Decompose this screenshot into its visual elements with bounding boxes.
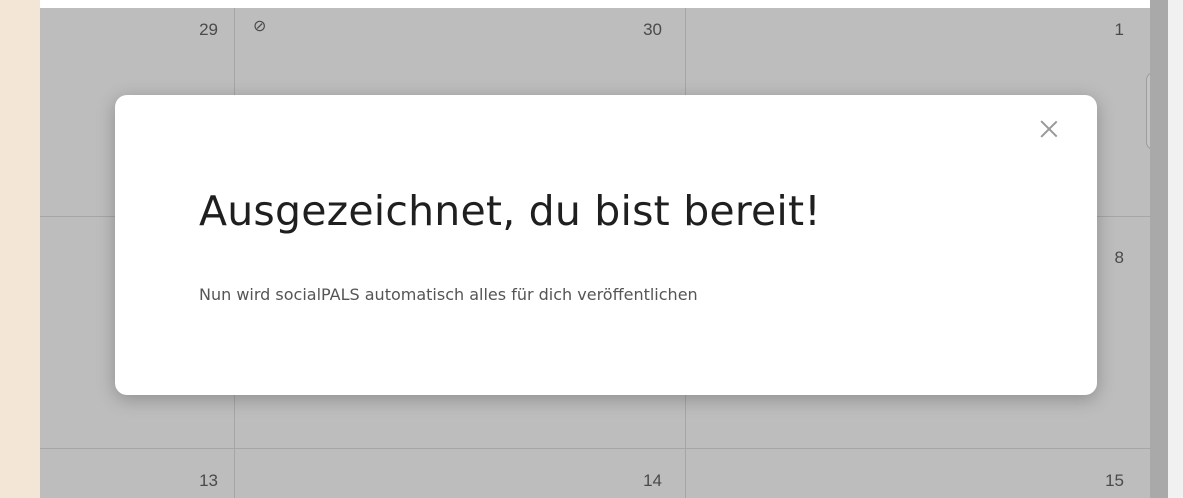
top-bar [40, 0, 1168, 8]
calendar-day-29[interactable]: 29 [178, 20, 218, 40]
dialog-message: Nun wird socialPALS automatisch alles fü… [199, 285, 698, 304]
grid-line [40, 448, 1150, 449]
calendar-day-30[interactable]: 30 [622, 20, 662, 40]
calendar-day-13[interactable]: 13 [178, 471, 218, 491]
right-panel [1150, 0, 1168, 498]
calendar-day-15[interactable]: 15 [1084, 471, 1124, 491]
scrollbar-track[interactable] [1168, 0, 1183, 498]
success-dialog: Ausgezeichnet, du bist bereit! Nun wird … [115, 95, 1097, 395]
cancel-icon[interactable]: ⊘ [253, 16, 266, 35]
calendar-day-14[interactable]: 14 [622, 471, 662, 491]
sidebar [0, 0, 40, 498]
page: 29 ⊘ 30 1 8 13 14 15 Ausgezeichnet, du b… [0, 0, 1183, 498]
dialog-title: Ausgezeichnet, du bist bereit! [199, 187, 821, 235]
close-icon[interactable] [1035, 115, 1063, 143]
calendar-day-1[interactable]: 1 [1084, 20, 1124, 40]
